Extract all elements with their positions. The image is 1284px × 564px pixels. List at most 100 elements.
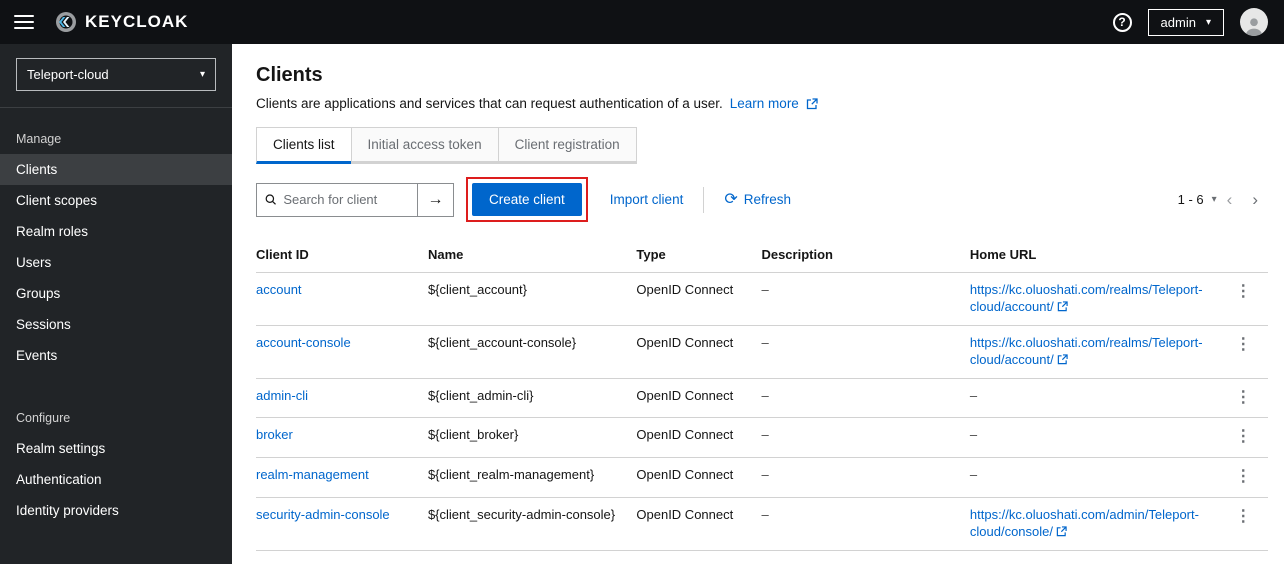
user-menu-dropdown[interactable]: admin ▾ bbox=[1147, 8, 1224, 36]
client-id-link[interactable]: account bbox=[256, 282, 302, 297]
tab-bar: Clients list Initial access token Client… bbox=[256, 127, 1268, 164]
client-name: ${client_realm-management} bbox=[427, 457, 637, 498]
table-row: security-admin-console ${client_security… bbox=[256, 496, 1268, 551]
external-link-icon bbox=[1056, 526, 1067, 537]
sidebar-item-events[interactable]: Events bbox=[0, 340, 232, 371]
user-avatar-icon bbox=[1245, 18, 1263, 36]
client-description: – bbox=[761, 417, 970, 458]
avatar[interactable] bbox=[1240, 8, 1268, 36]
client-description: – bbox=[761, 272, 970, 326]
refresh-button[interactable]: ⟳ Refresh bbox=[724, 191, 792, 208]
home-url-link[interactable]: https://kc.oluoshati.com/admin/Teleport-… bbox=[970, 507, 1199, 539]
table-row: account ${client_account} OpenID Connect… bbox=[256, 272, 1268, 326]
client-type: OpenID Connect bbox=[636, 377, 762, 418]
toolbar-divider bbox=[703, 186, 705, 213]
table-row: admin-cli ${client_admin-cli} OpenID Con… bbox=[256, 377, 1268, 418]
tab-clients-list[interactable]: Clients list bbox=[256, 127, 352, 164]
tab-client-registration[interactable]: Client registration bbox=[497, 127, 637, 164]
client-id-link[interactable]: realm-management bbox=[256, 467, 369, 482]
page-title: Clients bbox=[256, 64, 323, 86]
client-name: ${client_broker} bbox=[427, 417, 637, 458]
row-kebab-menu[interactable]: ⋮ bbox=[1230, 377, 1268, 418]
home-url-link[interactable]: https://kc.oluoshati.com/realms/Teleport… bbox=[970, 282, 1203, 314]
create-client-button[interactable]: Create client bbox=[472, 183, 582, 216]
client-id-link[interactable]: broker bbox=[256, 427, 293, 442]
col-header-actions bbox=[1230, 237, 1268, 273]
page-description: Clients are applications and services th… bbox=[256, 96, 723, 111]
table-toolbar: → Create client Import client ⟳ Refresh … bbox=[256, 177, 1268, 222]
sidebar-item-groups[interactable]: Groups bbox=[0, 278, 232, 309]
row-kebab-menu[interactable]: ⋮ bbox=[1230, 457, 1268, 498]
pagination-prev-button[interactable]: ‹ bbox=[1217, 191, 1243, 208]
client-home-url: – bbox=[969, 417, 1231, 458]
pagination-range-label: 1 - 6 bbox=[1177, 192, 1204, 207]
user-name: admin bbox=[1160, 14, 1196, 30]
row-kebab-menu[interactable]: ⋮ bbox=[1230, 496, 1268, 551]
search-submit-button[interactable]: → bbox=[418, 182, 454, 217]
client-id-link[interactable]: security-admin-console bbox=[256, 507, 390, 522]
realm-name: Teleport-cloud bbox=[27, 67, 109, 82]
client-description: – bbox=[761, 457, 970, 498]
tab-initial-access-token[interactable]: Initial access token bbox=[350, 127, 499, 164]
client-description: – bbox=[761, 496, 970, 551]
search-box bbox=[256, 182, 418, 217]
hamburger-menu-icon[interactable] bbox=[14, 15, 34, 29]
keycloak-admin-console: KEYCLOAK ? admin ▾ Teleport-cloud ▾ Mana… bbox=[0, 0, 1284, 564]
home-url-link[interactable]: https://kc.oluoshati.com/realms/Teleport… bbox=[970, 335, 1203, 367]
table-row: broker ${client_broker} OpenID Connect –… bbox=[256, 417, 1268, 458]
search-icon bbox=[265, 194, 276, 205]
col-header-description: Description bbox=[761, 247, 833, 262]
chevron-down-icon: ▾ bbox=[1205, 16, 1211, 28]
row-kebab-menu[interactable]: ⋮ bbox=[1230, 324, 1268, 379]
learn-more-label: Learn more bbox=[729, 96, 799, 111]
client-home-url: – bbox=[969, 377, 1231, 418]
client-name: ${client_account} bbox=[427, 272, 637, 326]
client-name: ${client_security-admin-console} bbox=[427, 496, 637, 551]
external-link-icon bbox=[1057, 353, 1068, 364]
row-kebab-menu[interactable]: ⋮ bbox=[1230, 417, 1268, 458]
chevron-down-icon: ▾ bbox=[199, 69, 205, 80]
client-type: OpenID Connect bbox=[636, 272, 762, 326]
pagination-top: 1 - 6 ▾ ‹ › bbox=[1178, 191, 1268, 208]
client-type: OpenID Connect bbox=[636, 496, 762, 551]
client-type: OpenID Connect bbox=[636, 324, 762, 379]
sidebar-item-users[interactable]: Users bbox=[0, 247, 232, 278]
client-home-url: – bbox=[969, 457, 1231, 498]
learn-more-link[interactable]: Learn more bbox=[730, 96, 818, 111]
pagination-next-button[interactable]: › bbox=[1242, 191, 1268, 208]
main-content: Clients Clients are applications and ser… bbox=[232, 44, 1284, 564]
section-label-configure: Configure bbox=[16, 411, 71, 425]
row-kebab-menu[interactable]: ⋮ bbox=[1230, 272, 1268, 326]
col-header-home-url: Home URL bbox=[969, 247, 1037, 262]
sidebar: Teleport-cloud ▾ Manage Clients Client s… bbox=[0, 44, 232, 564]
client-id-link[interactable]: account-console bbox=[256, 335, 351, 350]
external-link-icon bbox=[806, 97, 818, 109]
keycloak-brand[interactable]: KEYCLOAK bbox=[54, 10, 188, 34]
sidebar-item-clients[interactable]: Clients bbox=[0, 154, 232, 185]
sidebar-item-authentication[interactable]: Authentication bbox=[0, 464, 232, 495]
client-description: – bbox=[761, 324, 970, 379]
top-bar: KEYCLOAK ? admin ▾ bbox=[0, 0, 1284, 44]
realm-selector-dropdown[interactable]: Teleport-cloud ▾ bbox=[16, 58, 216, 91]
external-link-icon bbox=[1057, 301, 1068, 312]
sidebar-item-sessions[interactable]: Sessions bbox=[0, 309, 232, 340]
refresh-label: Refresh bbox=[743, 192, 792, 207]
table-row: account-console ${client_account-console… bbox=[256, 324, 1268, 379]
section-label-manage: Manage bbox=[16, 132, 62, 146]
client-id-link[interactable]: admin-cli bbox=[256, 388, 308, 403]
sidebar-item-realm-settings[interactable]: Realm settings bbox=[0, 433, 232, 464]
col-header-name: Name bbox=[427, 247, 464, 262]
search-input[interactable] bbox=[283, 192, 409, 207]
help-icon[interactable]: ? bbox=[1112, 12, 1132, 32]
client-type: OpenID Connect bbox=[636, 457, 762, 498]
sidebar-item-identity-providers[interactable]: Identity providers bbox=[0, 495, 232, 526]
client-description: – bbox=[761, 377, 970, 418]
sidebar-item-realm-roles[interactable]: Realm roles bbox=[0, 216, 232, 247]
table-row: realm-management ${client_realm-manageme… bbox=[256, 457, 1268, 498]
brand-name: KEYCLOAK bbox=[85, 12, 189, 31]
col-header-client-id: Client ID bbox=[256, 247, 309, 262]
sidebar-section-configure: Configure Realm settings Authentication … bbox=[0, 405, 232, 526]
sidebar-item-client-scopes[interactable]: Client scopes bbox=[0, 185, 232, 216]
pagination-range-dropdown[interactable]: 1 - 6 ▾ bbox=[1178, 192, 1217, 207]
import-client-button[interactable]: Import client bbox=[610, 192, 684, 207]
